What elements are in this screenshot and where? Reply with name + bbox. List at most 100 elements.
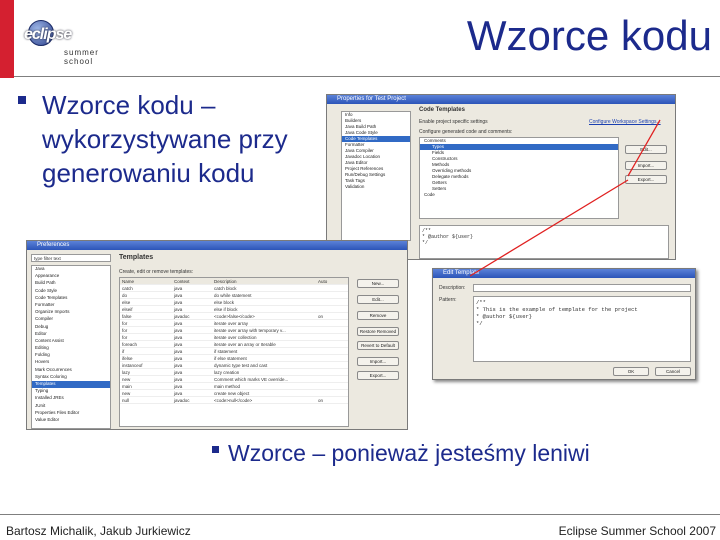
table-row[interactable]: new java Comment which marks VE override..…	[120, 376, 348, 383]
table-row[interactable]: catch java catch block	[120, 285, 348, 292]
preferences-tree-item[interactable]: Build Path	[32, 280, 110, 287]
preferences-tree-item[interactable]: Debug	[32, 324, 110, 331]
table-cell	[316, 292, 346, 298]
ok-button[interactable]: OK	[613, 367, 649, 376]
table-row[interactable]: for java iterate over array with temporary…	[120, 327, 348, 334]
bullet-marker-2	[212, 446, 219, 453]
project-section-title: Code Templates	[419, 107, 465, 113]
preferences-tree-item[interactable]: Templates	[32, 381, 110, 389]
table-cell: java	[174, 335, 183, 340]
pattern-editor[interactable]: /** * This is the example of template fo…	[473, 296, 691, 362]
patterns-label: Configure generated code and comments:	[419, 129, 513, 135]
template-action-button[interactable]: Revert to Default	[357, 341, 399, 350]
table-row[interactable]: ifelse java if else statement	[120, 355, 348, 362]
preview-line: */	[422, 240, 429, 246]
table-cell: for	[122, 328, 128, 333]
bullet-second: Wzorce – ponieważ jesteśmy leniwi	[228, 440, 590, 466]
preferences-tree-item[interactable]: Compiler	[32, 316, 110, 323]
preferences-tree-item[interactable]: JUnit	[32, 403, 110, 410]
table-cell: java	[174, 321, 183, 326]
table-row[interactable]: null javadoc <code>null</code> on	[120, 397, 348, 404]
preferences-tree-item[interactable]: Content Assist	[32, 338, 110, 345]
filter-input[interactable]: type filter text	[31, 254, 111, 262]
pattern-tree-item[interactable]: Code	[420, 192, 618, 198]
preferences-tree-item[interactable]: Code Style	[32, 288, 110, 295]
preferences-tree-item[interactable]: Java	[32, 266, 110, 273]
preferences-tree-item[interactable]: Properties Files Editor	[32, 410, 110, 417]
logo-text: eclipse	[24, 26, 72, 43]
edit-dialog-titlebar: Edit Template	[433, 269, 695, 278]
table-cell: java	[174, 293, 183, 298]
table-row[interactable]: foreach java iterate over an array or Iter…	[120, 341, 348, 348]
table-cell: catch block	[214, 286, 237, 291]
project-tree-item[interactable]: Validation	[342, 184, 410, 190]
table-cell	[316, 341, 346, 347]
table-row[interactable]: main java main method	[120, 383, 348, 390]
project-window-titlebar: Properties for Test Project	[327, 95, 675, 104]
preferences-tree-item[interactable]: Editor	[32, 331, 110, 338]
table-row[interactable]: else java else block	[120, 299, 348, 306]
configure-workspace-link[interactable]: Configure Workspace Settings...	[589, 119, 661, 125]
preferences-tree-item[interactable]: Syntax Coloring	[32, 374, 110, 381]
template-action-button[interactable]: Remove	[357, 311, 399, 320]
table-row[interactable]: lazy java lazy creation	[120, 369, 348, 376]
table-row[interactable]: for java iterate over array	[120, 320, 348, 327]
pattern-preview: /** * @author ${user} */	[419, 225, 669, 259]
table-cell: if statement	[214, 349, 238, 354]
preferences-tree-item[interactable]: Installed JREs	[32, 395, 110, 402]
table-cell: java	[174, 286, 183, 291]
table-cell: iterate over array with temporary v...	[214, 328, 286, 333]
column-header[interactable]: Description	[212, 278, 316, 284]
table-cell: catch	[122, 286, 133, 291]
templates-table: Name Context Description Auto catch java c…	[119, 277, 349, 427]
pattern-line: */	[476, 320, 483, 327]
table-cell: java	[174, 328, 183, 333]
cancel-button[interactable]: Cancel	[655, 367, 691, 376]
project-edit-button[interactable]: Edit...	[625, 145, 667, 154]
project-specific-checkbox[interactable]: Enable project specific settings	[419, 119, 488, 125]
templates-section-title: Templates	[119, 254, 154, 261]
preferences-tree-item[interactable]: Folding	[32, 352, 110, 359]
template-action-button[interactable]: Edit...	[357, 295, 399, 304]
preferences-tree-item[interactable]: Organize Imports	[32, 309, 110, 316]
project-export-button[interactable]: Export...	[625, 175, 667, 184]
table-row[interactable]: elseif java else if block	[120, 306, 348, 313]
table-row[interactable]: new java create new object	[120, 390, 348, 397]
preferences-tree-item[interactable]: Typing	[32, 388, 110, 395]
description-field[interactable]	[473, 284, 691, 292]
preferences-tree-item[interactable]: Value Editor	[32, 417, 110, 424]
table-cell: ifelse	[122, 356, 133, 361]
table-cell: iterate over collection	[214, 335, 257, 340]
table-row[interactable]: instanceof java dynamic type test and cast	[120, 362, 348, 369]
column-header[interactable]: Auto	[316, 278, 346, 284]
patterns-tree: Comments Types Fields Constructors Methods Ov…	[419, 137, 619, 219]
template-action-button[interactable]: Export...	[357, 371, 399, 380]
table-row[interactable]: if java if statement	[120, 348, 348, 355]
preferences-tree-item[interactable]: Editing	[32, 345, 110, 352]
table-cell: do	[122, 293, 128, 298]
table-cell: instanceof	[122, 363, 143, 368]
preferences-tree-item[interactable]: Mark Occurrences	[32, 367, 110, 374]
table-row[interactable]: do java do while statement	[120, 292, 348, 299]
template-action-button[interactable]: New...	[357, 279, 399, 288]
template-action-button[interactable]: Restore Removed	[357, 327, 399, 336]
project-import-button[interactable]: Import...	[625, 161, 667, 170]
preferences-tree-item[interactable]: Appearance	[32, 273, 110, 280]
column-header[interactable]: Name	[120, 278, 172, 284]
slide-title: Wzorce kodu	[466, 12, 712, 59]
column-header[interactable]: Context	[172, 278, 212, 284]
logo-subtext: summer school	[64, 48, 99, 66]
preferences-tree-item[interactable]: Hovers	[32, 359, 110, 366]
table-cell: new	[122, 391, 131, 396]
preferences-tree-item[interactable]: Formatter	[32, 302, 110, 309]
preferences-tree-item[interactable]: Code Templates	[32, 295, 110, 302]
table-row[interactable]: for java iterate over collection	[120, 334, 348, 341]
template-action-button[interactable]: Import...	[357, 357, 399, 366]
table-cell: on	[318, 398, 324, 403]
table-cell: foreach	[122, 342, 138, 347]
table-cell: else	[122, 300, 131, 305]
table-row[interactable]: false javadoc <code>false</code> on	[120, 313, 348, 320]
table-cell: java	[174, 391, 183, 396]
bullet-main: Wzorce kodu – wykorzystywane przy genero…	[42, 88, 342, 190]
table-cell	[316, 299, 346, 305]
